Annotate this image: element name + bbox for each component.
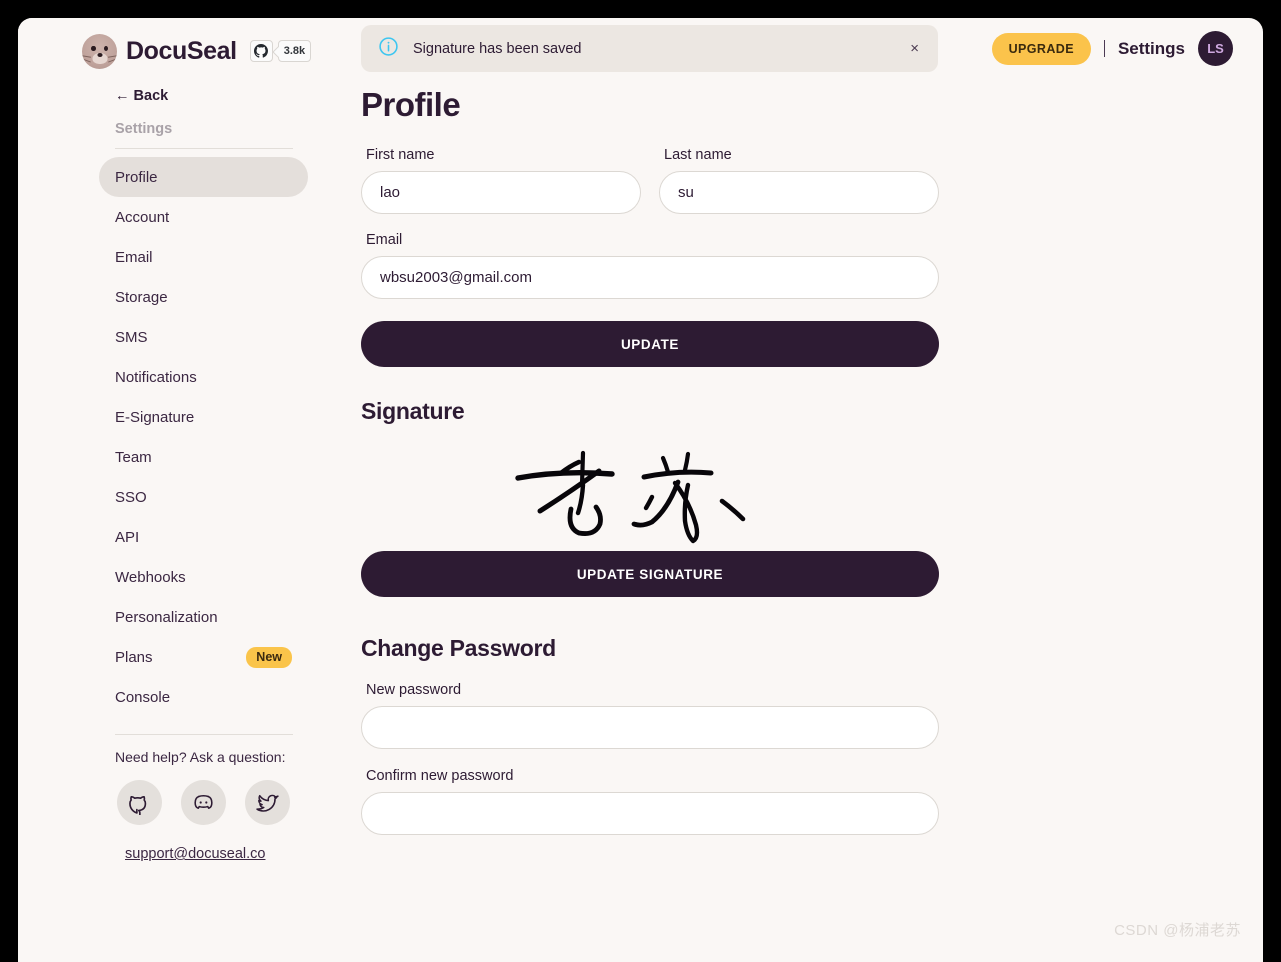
first-name-label: First name [366, 147, 435, 163]
sidebar-item-label: Team [115, 448, 152, 466]
status-alert: Signature has been saved × [361, 25, 938, 72]
email-group: Email [361, 232, 939, 299]
page-title: Profile [361, 86, 461, 123]
signature-image [361, 425, 939, 551]
sidebar-item-email[interactable]: Email [99, 237, 308, 277]
brand-row: DocuSeal 3.8k [18, 18, 343, 72]
github-star-count-wrap[interactable]: 3.8k [277, 40, 312, 62]
email-label: Email [366, 232, 403, 248]
app-window: DocuSeal 3.8k ← Back Settings Profile Acc… [18, 18, 1263, 962]
close-icon[interactable]: × [906, 38, 923, 59]
last-name-input[interactable] [659, 171, 939, 214]
brand-name: DocuSeal [126, 36, 237, 65]
back-link[interactable]: ← Back [115, 88, 343, 104]
sidebar-item-team[interactable]: Team [99, 437, 308, 477]
support-email-link[interactable]: support@docuseal.co [125, 846, 343, 862]
sidebar-item-plans[interactable]: Plans New [99, 637, 308, 677]
watermark: CSDN @杨浦老苏 [1114, 922, 1241, 939]
sidebar-item-console[interactable]: Console [99, 677, 308, 717]
sidebar-item-e-signature[interactable]: E-Signature [99, 397, 308, 437]
help-prompt: Need help? Ask a question: [115, 749, 286, 765]
header-actions: UPGRADE Settings LS [991, 27, 1233, 70]
social-links [117, 780, 343, 825]
name-fields-row: First name Last name [361, 147, 939, 214]
update-signature-button[interactable]: UPDATE SIGNATURE [361, 551, 939, 597]
github-star-count[interactable]: 3.8k [277, 40, 312, 62]
sidebar-nav: Profile Account Email Storage SMS Notificatio… [18, 157, 343, 717]
header-separator [1103, 40, 1105, 57]
sidebar-item-label: API [115, 528, 140, 546]
avatar[interactable]: LS [1198, 31, 1233, 66]
sidebar-item-webhooks[interactable]: Webhooks [99, 557, 308, 597]
sidebar-item-label: Account [115, 208, 170, 226]
sidebar: DocuSeal 3.8k ← Back Settings Profile Acc… [18, 18, 343, 962]
sidebar-item-label: SSO [115, 488, 147, 506]
new-password-group: New password [361, 682, 939, 749]
first-name-input[interactable] [361, 171, 641, 214]
info-circle-icon [378, 36, 399, 62]
sidebar-item-profile[interactable]: Profile [99, 157, 308, 197]
sidebar-item-api[interactable]: API [99, 517, 308, 557]
confirm-password-input[interactable] [361, 792, 939, 835]
github-icon[interactable] [117, 780, 162, 825]
help-divider [115, 734, 293, 735]
sidebar-item-sso[interactable]: SSO [99, 477, 308, 517]
sidebar-item-label: Personalization [115, 608, 218, 626]
update-button[interactable]: UPDATE [361, 321, 939, 367]
sidebar-item-label: Email [115, 248, 153, 266]
new-password-input[interactable] [361, 706, 939, 749]
github-icon[interactable] [249, 40, 273, 62]
change-password-title: Change Password [361, 635, 556, 661]
upgrade-button[interactable]: UPGRADE [991, 32, 1091, 65]
sidebar-item-storage[interactable]: Storage [99, 277, 308, 317]
sidebar-item-personalization[interactable]: Personalization [99, 597, 308, 637]
confirm-password-group: Confirm new password [361, 768, 939, 835]
main-content: Profile First name Last name Email UPDAT… [361, 86, 939, 835]
discord-icon[interactable] [181, 780, 226, 825]
first-name-group: First name [361, 147, 641, 214]
email-input[interactable] [361, 256, 939, 299]
sidebar-item-label: Console [115, 688, 171, 706]
sidebar-item-sms[interactable]: SMS [99, 317, 308, 357]
sidebar-divider [115, 148, 293, 149]
confirm-password-label: Confirm new password [366, 768, 514, 784]
sidebar-section-label: Settings [115, 121, 173, 137]
sidebar-item-account[interactable]: Account [99, 197, 308, 237]
status-badge: New [246, 646, 292, 668]
last-name-group: Last name [659, 147, 939, 214]
github-star-group[interactable]: 3.8k [249, 40, 312, 62]
sidebar-item-label: Profile [115, 168, 158, 186]
sidebar-item-label: Webhooks [115, 568, 186, 586]
alert-message: Signature has been saved [413, 40, 582, 57]
sidebar-item-label: Plans [115, 648, 153, 666]
sidebar-item-label: SMS [115, 328, 148, 346]
seal-face-icon [82, 33, 117, 69]
signature-section-title: Signature [361, 398, 465, 424]
last-name-label: Last name [664, 147, 732, 163]
sidebar-item-notifications[interactable]: Notifications [99, 357, 308, 397]
new-password-label: New password [366, 682, 462, 698]
sidebar-item-label: E-Signature [115, 408, 195, 426]
sidebar-item-label: Storage [115, 288, 168, 306]
twitter-icon[interactable] [245, 780, 290, 825]
sidebar-item-label: Notifications [115, 368, 197, 386]
settings-link[interactable]: Settings [1118, 39, 1185, 59]
